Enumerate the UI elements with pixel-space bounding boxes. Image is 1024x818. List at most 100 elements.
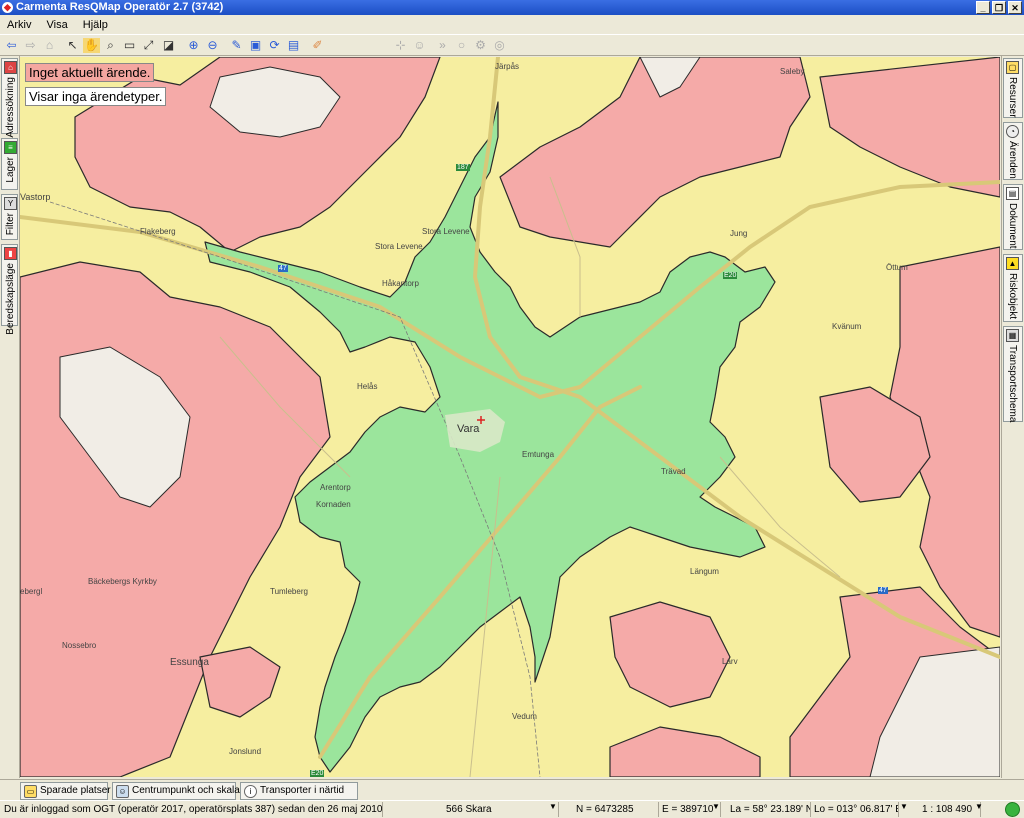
place-label: Håkantorp xyxy=(382,279,419,288)
place-label: Nossebro xyxy=(62,641,97,650)
chevron-down-icon[interactable]: ▼ xyxy=(712,802,720,811)
tab-arenden[interactable]: ◔ Ärenden xyxy=(1003,122,1023,180)
latitude: La = 58° 23.189' N xyxy=(730,802,811,817)
place-label: Stora Levene xyxy=(422,227,470,236)
schedule-icon: ▦ xyxy=(1006,329,1019,342)
readiness-icon: ▮ xyxy=(4,247,17,260)
menu-arkiv[interactable]: Arkiv xyxy=(0,16,36,31)
tab-transportschema[interactable]: ▦ Transportschema xyxy=(1003,326,1023,422)
map-view[interactable]: Inget aktuellt ärende. Visar inga ärende… xyxy=(20,57,1000,777)
place-label-vara: Vara xyxy=(457,423,480,435)
red-zone-s2 xyxy=(609,726,761,777)
place-label: Essunga xyxy=(170,657,209,668)
north-coordinate: N = 6473285 xyxy=(576,802,659,817)
menu-hjalp[interactable]: Hjälp xyxy=(76,16,113,31)
menu-visa[interactable]: Visa xyxy=(40,16,73,31)
zoom-select-icon[interactable]: ▤ xyxy=(285,38,302,53)
road-sign-e20: E20 xyxy=(723,272,738,279)
red-zone-s xyxy=(609,601,731,708)
filter-icon: Y xyxy=(4,197,17,210)
layers-icon[interactable]: ◎ xyxy=(491,38,508,53)
station-select[interactable]: 566 Skara xyxy=(446,802,559,817)
tab-resurser-label: Resurser xyxy=(1007,77,1018,118)
search-icon[interactable]: ○ xyxy=(453,38,470,53)
tab-centrumpunkt-label: Centrumpunkt och skala xyxy=(132,785,240,796)
address-search-icon: ⌂ xyxy=(4,61,17,74)
tab-resurser[interactable]: ▢ Resurser xyxy=(1003,58,1023,118)
warning-icon: ▲ xyxy=(1006,257,1019,270)
place-label: Tumleberg xyxy=(270,587,308,596)
ruler-icon[interactable]: ▭ xyxy=(121,38,138,53)
chevron-down-icon[interactable]: ▼ xyxy=(549,802,557,811)
red-zone-w xyxy=(20,261,331,777)
no-case-message: Inget aktuellt ärende. xyxy=(25,63,155,82)
coordinate-icon[interactable]: ⤢ xyxy=(140,38,157,53)
chevron-down-icon[interactable]: ▼ xyxy=(975,802,983,811)
toolbar: ⇦ ⇨ ⌂ ↖ ✋ ⌕ ▭ ⤢ ◪ ⊕ ⊖ ✎ ▣ ⟳ ▤ ✐ ⊹ ☺ » ○ … xyxy=(0,34,1024,56)
tab-transporter[interactable]: i Transporter i närtid xyxy=(240,782,358,800)
tab-centrumpunkt[interactable]: ☺ Centrumpunkt och skala xyxy=(112,782,240,800)
place-label: Larv xyxy=(722,657,738,666)
route-icon[interactable]: » xyxy=(434,38,451,53)
place-label: Stora Levene xyxy=(375,242,423,251)
tab-sparade-platser[interactable]: ▭ Sparade platser xyxy=(20,782,111,800)
tab-lager[interactable]: ≡ Lager xyxy=(1,138,18,190)
tab-beredskapslage[interactable]: ▮ Beredskapsläge xyxy=(1,244,18,335)
place-label: Vastorp xyxy=(20,192,51,202)
menu-bar: Arkiv Visa Hjälp xyxy=(0,16,1024,34)
right-sidebar-tabs: ▢ Resurser ◔ Ärenden ▤ Dokument ▲ Riskob… xyxy=(1001,56,1024,778)
tab-dokument-label: Dokument xyxy=(1007,203,1018,249)
settings-icon[interactable]: ⚙ xyxy=(472,38,489,53)
tab-adressokning-label: Adressökning xyxy=(5,77,16,138)
document-icon: ▤ xyxy=(1006,187,1019,200)
cases-icon: ◔ xyxy=(1006,125,1019,138)
tab-transporter-label: Transporter i närtid xyxy=(260,785,345,796)
restore-button[interactable]: ❐ xyxy=(992,1,1006,14)
no-case-types-message: Visar inga ärendetyper. xyxy=(25,87,167,106)
tab-beredskapslage-label: Beredskapsläge xyxy=(5,263,16,335)
app-icon: ◆ xyxy=(2,2,13,13)
zoom-area-icon[interactable]: ⌕ xyxy=(102,38,119,53)
zoom-extent-icon[interactable]: ▣ xyxy=(247,38,264,53)
place-label: ebergl xyxy=(20,587,43,596)
place-label: Järpås xyxy=(495,62,520,71)
chevron-down-icon[interactable]: ▼ xyxy=(900,802,908,811)
minimize-button[interactable]: _ xyxy=(976,1,990,14)
place-label: Helås xyxy=(357,382,378,391)
gps-target-icon[interactable]: ⊹ xyxy=(392,38,409,53)
tab-adressokning[interactable]: ⌂ Adressökning xyxy=(1,58,18,138)
tab-riskobjekt[interactable]: ▲ Riskobjekt xyxy=(1003,254,1023,322)
place-label: Kornaden xyxy=(316,500,351,509)
info-icon: i xyxy=(244,785,257,798)
resources-icon: ▢ xyxy=(1006,61,1019,74)
person-search-icon[interactable]: ☺ xyxy=(411,38,428,53)
place-label: Bäckebergs Kyrkby xyxy=(88,577,157,586)
tab-filter[interactable]: Y Filter xyxy=(1,194,18,240)
edit-pen-icon[interactable]: ✎ xyxy=(228,38,245,53)
tab-dokument[interactable]: ▤ Dokument xyxy=(1003,184,1023,250)
pointer-icon[interactable]: ↖ xyxy=(64,38,81,53)
place-label: Trävad xyxy=(661,467,686,476)
pan-hand-icon[interactable]: ✋ xyxy=(83,38,100,53)
title-bar: ◆ Carmenta ResQMap Operatör 2.7 (3742) _… xyxy=(0,0,1024,15)
road-sign-47: 47 xyxy=(878,587,888,594)
eraser-icon[interactable]: ✐ xyxy=(309,38,326,53)
map-scale: 1 : 108 490 xyxy=(922,802,981,817)
place-label: Längum xyxy=(690,567,719,576)
road-sign-47: 47 xyxy=(278,265,288,272)
zoom-in-icon[interactable]: ⊕ xyxy=(185,38,202,53)
red-zone-ne2 xyxy=(819,57,1000,198)
back-arrow-icon[interactable]: ⇦ xyxy=(3,38,20,53)
zoom-out-icon[interactable]: ⊖ xyxy=(204,38,221,53)
go-to-icon[interactable]: ◪ xyxy=(160,38,177,53)
refresh-map-icon[interactable]: ⟳ xyxy=(266,38,283,53)
login-status: Du är inloggad som OGT (operatör 2017, o… xyxy=(4,802,383,817)
layers-tab-icon: ≡ xyxy=(4,141,17,154)
road-sign-187: 187 xyxy=(456,164,470,171)
tab-filter-label: Filter xyxy=(5,213,16,236)
home-icon[interactable]: ⌂ xyxy=(41,38,58,53)
longitude: Lo = 013° 06.817' E xyxy=(814,802,899,817)
connection-status-icon xyxy=(1005,802,1020,817)
forward-arrow-icon[interactable]: ⇨ xyxy=(22,38,39,53)
close-button[interactable]: ✕ xyxy=(1008,1,1022,14)
